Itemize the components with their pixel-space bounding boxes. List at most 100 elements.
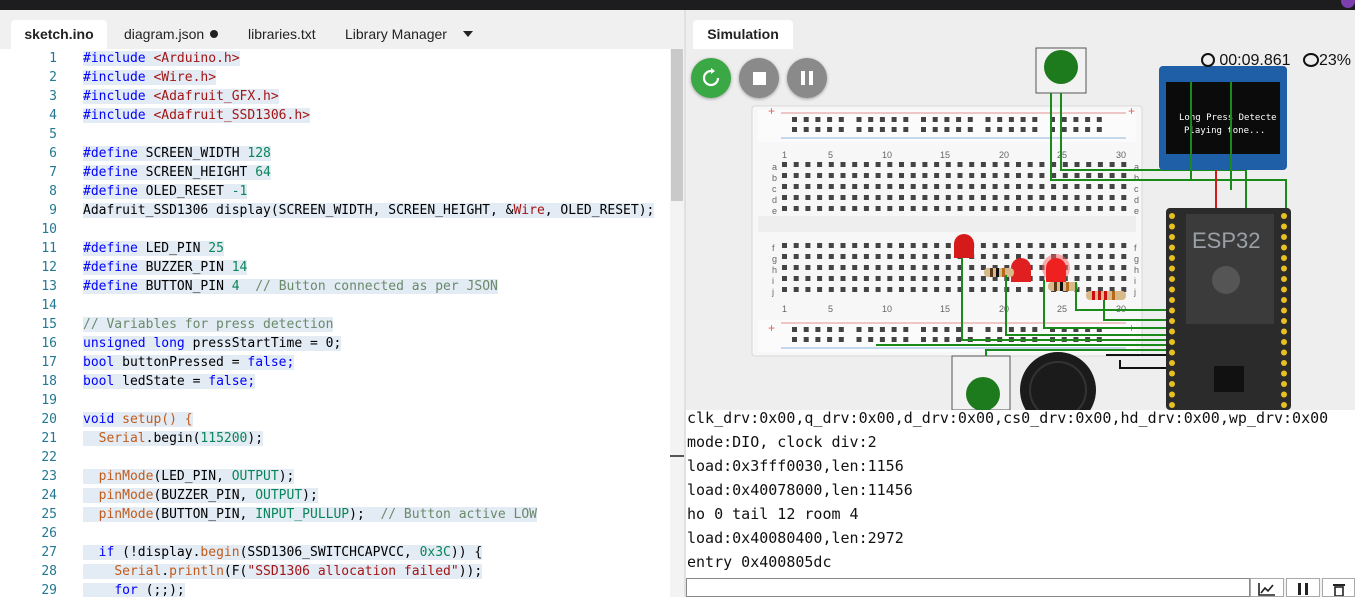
breadboard-hole xyxy=(805,265,811,270)
resistor-1[interactable] xyxy=(984,268,1014,277)
esp32-pin xyxy=(1169,318,1175,324)
pushbutton-bottom[interactable] xyxy=(951,355,1011,410)
breadboard-hole xyxy=(899,265,904,270)
breadboard-hole xyxy=(1097,195,1103,200)
breadboard-hole xyxy=(840,276,846,281)
tabs-dropdown-caret-icon[interactable] xyxy=(463,31,473,37)
rail-hole xyxy=(967,117,973,122)
breadboard-hole xyxy=(1109,265,1115,270)
breadboard-hole xyxy=(992,206,998,211)
tab-diagram-json[interactable]: diagram.json xyxy=(124,20,219,49)
breadboard-hole xyxy=(805,276,811,281)
breadboard-hole xyxy=(1086,276,1092,281)
rail-hole xyxy=(921,337,926,342)
breadboard-hole xyxy=(922,162,928,167)
breadboard-hole xyxy=(1016,287,1021,292)
line-number: 11 xyxy=(41,241,57,256)
breadboard-hole xyxy=(1062,243,1068,248)
esp32-pin xyxy=(1169,328,1175,335)
led-1[interactable] xyxy=(954,234,974,258)
breadboard-hole xyxy=(875,206,881,211)
row-label: d xyxy=(1134,195,1139,205)
oled-display[interactable]: Long Press Detecte Playing tone... xyxy=(1159,66,1287,170)
breadboard-hole xyxy=(1027,287,1033,292)
line-number: 10 xyxy=(41,222,57,237)
svg-text:+: + xyxy=(768,104,775,118)
esp32-pin xyxy=(1281,381,1287,387)
plotter-button[interactable] xyxy=(1250,578,1284,597)
breadboard-hole xyxy=(793,287,799,292)
tab-sketch-ino[interactable]: sketch.ino xyxy=(11,20,107,49)
esp32-pin xyxy=(1169,391,1175,398)
breadboard-hole xyxy=(782,206,787,211)
breadboard-hole xyxy=(887,184,893,189)
pause-icon xyxy=(801,71,813,85)
tab-library-manager[interactable]: Library Manager xyxy=(345,20,447,49)
scrollbar-thumb[interactable] xyxy=(671,49,683,201)
top-bar xyxy=(0,0,1355,10)
serial-pause-button[interactable] xyxy=(1286,578,1320,597)
breadboard-hole xyxy=(910,162,916,167)
esp32-pin xyxy=(1169,402,1175,408)
breadboard-hole xyxy=(1109,243,1115,248)
breadboard-hole xyxy=(922,287,928,292)
breadboard-hole xyxy=(817,287,823,292)
breadboard-hole xyxy=(899,206,904,211)
line-number: 8 xyxy=(49,184,57,199)
serial-input[interactable] xyxy=(686,578,1250,597)
column-label: 10 xyxy=(882,304,892,314)
breadboard-hole xyxy=(863,173,869,178)
clear-serial-button[interactable] xyxy=(1322,578,1355,597)
breadboard-power-rail-top xyxy=(758,110,1136,142)
led-2[interactable] xyxy=(1011,258,1031,282)
line-number: 23 xyxy=(41,469,57,484)
restart-button[interactable] xyxy=(691,58,731,98)
chart-icon xyxy=(1258,583,1275,596)
led-3[interactable] xyxy=(1042,254,1070,282)
stop-button[interactable] xyxy=(739,58,779,98)
breadboard-hole xyxy=(828,184,834,189)
esp32-pin xyxy=(1169,307,1175,314)
esp32-pin xyxy=(1169,297,1175,303)
breadboard-hole xyxy=(1086,254,1092,259)
rail-hole xyxy=(956,327,962,332)
rail-hole xyxy=(868,337,874,342)
breadboard-hole xyxy=(863,243,869,248)
resistor-2[interactable] xyxy=(1048,282,1078,291)
breadboard-hole xyxy=(817,254,823,259)
code-line: bool ledState = false; xyxy=(83,374,256,389)
pushbutton-top[interactable] xyxy=(1035,47,1087,94)
code-line: if (!display.begin(SSD1306_SWITCHCAPVCC,… xyxy=(83,543,483,562)
rail-hole xyxy=(956,127,962,132)
breadboard-hole xyxy=(887,173,893,178)
breadboard-hole xyxy=(828,173,834,178)
tab-libraries-txt[interactable]: libraries.txt xyxy=(248,20,316,49)
breadboard-hole xyxy=(1121,265,1127,270)
breadboard-hole xyxy=(1027,173,1033,178)
serial-line: ho 0 tail 12 room 4 xyxy=(687,505,859,523)
breadboard-hole xyxy=(1004,206,1010,211)
breadboard-hole xyxy=(840,265,846,270)
breadboard-hole xyxy=(875,162,881,167)
editor-scrollbar[interactable] xyxy=(670,49,684,597)
esp32-pin xyxy=(1281,307,1287,314)
rail-hole xyxy=(838,337,844,342)
breadboard-hole xyxy=(899,287,904,292)
resistor-3[interactable] xyxy=(1086,291,1126,300)
breadboard-hole xyxy=(1109,173,1115,178)
code-editor[interactable]: 1 #include <Arduino.h> 2 #include <Wire.h>… xyxy=(0,49,670,597)
svg-text:+: + xyxy=(768,321,775,335)
circuit-canvas[interactable]: + + + + 1 5 10 15 20 25 30 1 5 10 15 20 … xyxy=(686,10,1355,410)
breadboard-hole xyxy=(852,265,858,270)
esp32-board[interactable]: ESP32 xyxy=(1166,208,1291,410)
scrollbar-marker xyxy=(670,455,684,457)
breadboard-hole xyxy=(945,162,951,167)
user-avatar[interactable] xyxy=(1341,0,1355,8)
breadboard-hole xyxy=(875,265,881,270)
serial-monitor[interactable]: clk_drv:0x00,q_drv:0x00,d_drv:0x00,cs0_d… xyxy=(686,410,1355,578)
line-number: 24 xyxy=(41,488,57,503)
line-number: 21 xyxy=(41,431,57,446)
pause-button[interactable] xyxy=(787,58,827,98)
breadboard-hole xyxy=(863,206,869,211)
pause-icon xyxy=(1298,583,1308,595)
